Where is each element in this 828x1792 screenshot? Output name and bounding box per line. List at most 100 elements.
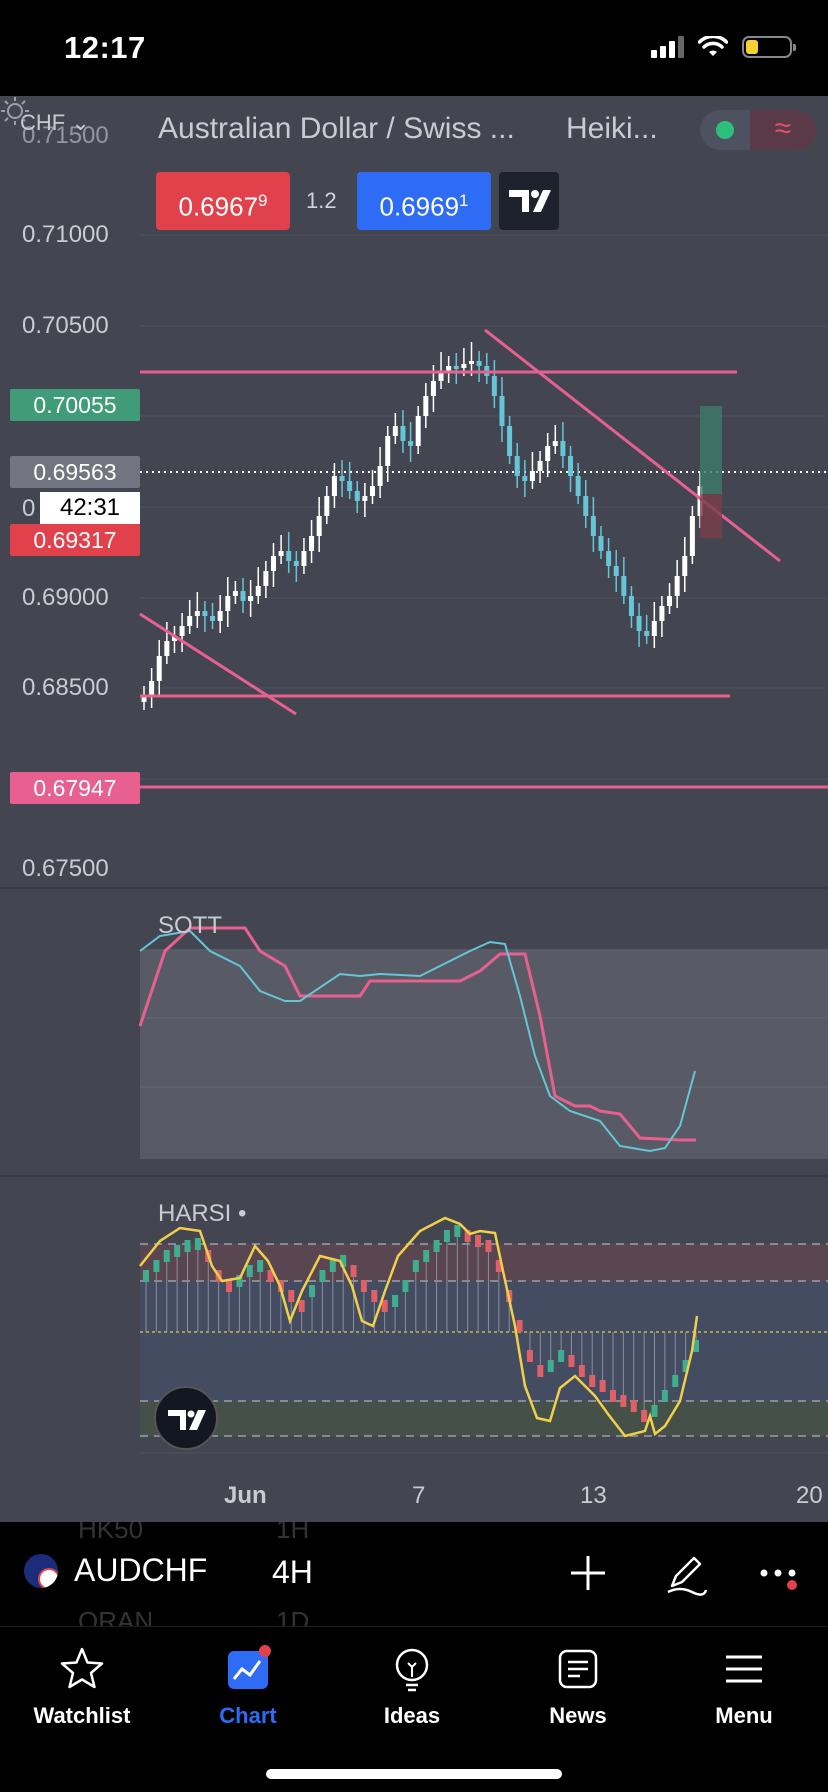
candle-body: [316, 516, 322, 536]
level-upper-label[interactable]: 0.70055: [10, 389, 140, 421]
harsi-candle: [630, 1400, 637, 1412]
candle-body: [385, 436, 391, 466]
descending-trendline: [484, 328, 781, 563]
market-open-dot-icon: [716, 121, 734, 139]
sott-indicator-label[interactable]: SOTT: [158, 912, 222, 940]
candle-body: [217, 611, 223, 621]
tab-menu[interactable]: Menu: [674, 1645, 814, 1729]
harsi-candle: [537, 1365, 544, 1377]
candle-body: [682, 556, 688, 576]
harsi-candle: [288, 1290, 295, 1302]
candle-body: [537, 461, 543, 471]
time-tick: 20: [796, 1482, 823, 1509]
time-tick: 7: [412, 1482, 426, 1509]
candle-body: [415, 416, 421, 446]
candle-body: [423, 396, 429, 416]
candle-body: [187, 616, 193, 626]
candle-body: [286, 551, 292, 561]
candle-body: [529, 471, 535, 481]
tradingview-button[interactable]: [499, 172, 559, 230]
candle-body: [491, 376, 497, 396]
cellular-signal-icon: [651, 36, 684, 58]
symbol-toolbar: HK50 1H ORAN 1D AUDCHF 4H: [0, 1522, 828, 1626]
chart-area[interactable]: CHF ⌄ Australian Dollar / Swiss ... Heik…: [0, 96, 828, 1522]
candle-body: [446, 366, 452, 371]
price-tick: 0.71000: [22, 221, 109, 248]
harsi-candle: [651, 1405, 658, 1417]
harsi-indicator-label[interactable]: HARSI •: [158, 1200, 246, 1228]
wifi-icon: [698, 36, 728, 56]
candle-body: [149, 681, 155, 696]
harsi-candle: [257, 1260, 264, 1272]
tradingview-watermark[interactable]: [154, 1386, 218, 1450]
candle-body: [354, 491, 360, 501]
candle-body: [339, 476, 345, 481]
more-options-icon[interactable]: [756, 1550, 802, 1596]
symbol-title[interactable]: Australian Dollar / Swiss ...: [158, 112, 515, 146]
tab-ideas[interactable]: Ideas: [342, 1645, 482, 1729]
ghost-timeframe: 1H: [276, 1522, 310, 1544]
harsi-candle: [319, 1270, 326, 1282]
symbol-name: AUDCHF: [74, 1552, 208, 1588]
candle-body: [583, 496, 589, 516]
harsi-candle: [423, 1250, 430, 1262]
tab-watchlist[interactable]: Watchlist: [12, 1645, 152, 1729]
candle-body: [309, 536, 315, 551]
candle-body: [232, 591, 238, 596]
harsi-candle: [298, 1300, 305, 1312]
level-lower-label[interactable]: 0.69317: [10, 524, 140, 556]
tradingview-logo-icon: [168, 1410, 206, 1430]
battery-icon: [742, 36, 796, 58]
harsi-candle: [526, 1350, 533, 1362]
candle-body: [255, 586, 261, 596]
candle-body: [628, 596, 634, 616]
harsi-candle: [360, 1280, 367, 1292]
candle-body: [469, 361, 475, 364]
candle-body: [659, 606, 665, 621]
buy-button[interactable]: 0.69691: [357, 172, 491, 230]
candle-body: [590, 516, 596, 536]
sun-icon[interactable]: [0, 96, 30, 126]
harsi-candle: [153, 1260, 160, 1272]
timeframe-selector[interactable]: 4H: [272, 1554, 313, 1591]
harsi-candle: [661, 1390, 668, 1402]
price-tick: 0.70500: [22, 312, 109, 339]
level-bottom-label[interactable]: 0.67947: [10, 772, 140, 804]
candle-body: [674, 576, 680, 596]
sell-button[interactable]: 0.69679: [156, 172, 290, 230]
candle-body: [331, 476, 337, 496]
harsi-candle: [246, 1265, 253, 1277]
tab-chart[interactable]: Chart: [178, 1645, 318, 1729]
harsi-candle: [329, 1260, 336, 1272]
price-tick-partial: 0.71500: [22, 122, 109, 149]
tab-news[interactable]: News: [508, 1645, 648, 1729]
chart-type[interactable]: Heiki...: [566, 112, 658, 146]
market-status-toggle[interactable]: ≈: [700, 110, 816, 150]
wave-icon: ≈: [750, 110, 816, 150]
candle-body: [613, 566, 619, 576]
time-tick: 13: [580, 1482, 607, 1509]
price-tick: 0.67500: [22, 855, 109, 882]
candle-body: [644, 631, 650, 636]
price-tick: 0.68500: [22, 674, 109, 701]
candle-body: [430, 381, 436, 396]
harsi-candle: [350, 1265, 357, 1277]
candle-body: [369, 486, 375, 496]
candle-body: [621, 576, 627, 596]
plus-icon[interactable]: [565, 1550, 611, 1596]
harsi-candle: [485, 1240, 492, 1252]
chart-icon: [228, 1645, 271, 1689]
time-tick: Jun: [224, 1482, 267, 1509]
candle-body: [293, 561, 299, 566]
hamburger-icon: [726, 1655, 762, 1683]
symbol-selector[interactable]: AUDCHF: [24, 1552, 207, 1589]
candle-body: [514, 456, 520, 476]
home-indicator: [266, 1769, 562, 1779]
chart-canvas[interactable]: [0, 96, 828, 1522]
candle-body: [347, 481, 353, 491]
drawing-pen-icon[interactable]: [662, 1550, 708, 1596]
lower-trendline: [139, 612, 297, 716]
candle-body: [507, 426, 513, 456]
harsi-candle: [443, 1230, 450, 1242]
candle-body: [575, 476, 581, 496]
